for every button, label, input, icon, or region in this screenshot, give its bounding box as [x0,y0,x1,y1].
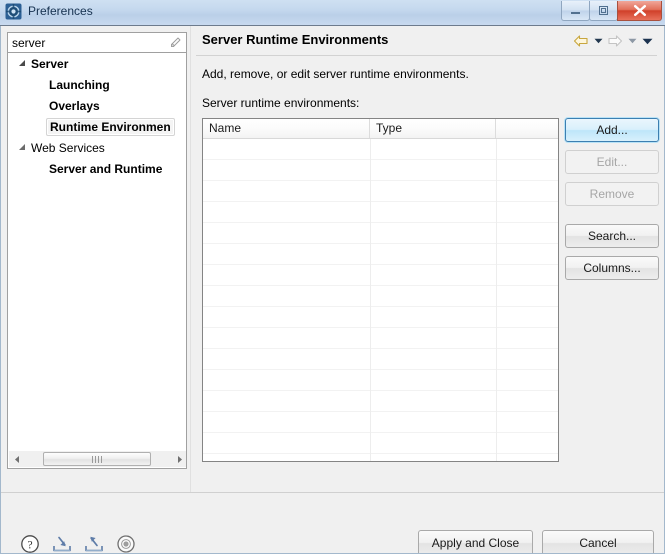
table-row[interactable] [203,265,558,286]
back-history-caret-icon[interactable] [591,32,605,50]
page-header: Server Runtime Environments [196,26,665,56]
search-button[interactable]: Search... [565,224,659,248]
content-area: Server Launching Overlays Runtime Enviro… [0,26,665,492]
view-menu-caret-icon[interactable] [640,32,654,50]
table-label: Server runtime environments: [202,96,360,110]
minimize-button[interactable] [561,1,590,21]
forward-history-caret-icon [625,32,639,50]
tree-item-server-and-runtime[interactable]: Server and Runtime [8,158,186,179]
tree-item-runtime-environments[interactable]: Runtime Environmen [8,116,186,137]
table-row[interactable] [203,244,558,265]
filter-input[interactable] [12,33,162,52]
footer-icon-group: ? [19,533,137,554]
column-header-name[interactable]: Name [203,119,370,138]
help-icon[interactable]: ? [19,533,41,554]
tree-item-label: Launching [49,77,110,92]
table-row[interactable] [203,202,558,223]
tree-item-launching[interactable]: Launching [8,74,186,95]
columns-button[interactable]: Columns... [565,256,659,280]
table-row[interactable] [203,160,558,181]
column-header-type[interactable]: Type [370,119,496,138]
titlebar-left-group: Preferences [5,3,93,20]
tree-item-label: Overlays [49,98,100,113]
table-row[interactable] [203,391,558,412]
svg-text:?: ? [27,539,32,551]
tree-item-web-services[interactable]: Web Services [8,137,186,158]
preferences-tree[interactable]: Server Launching Overlays Runtime Enviro… [7,53,187,469]
table-row[interactable] [203,307,558,328]
tree-item-label: Server [31,56,69,71]
preferences-gear-icon [5,3,22,20]
preference-page: Server Runtime Environments Add, remove,… [196,26,665,492]
column-divider [370,139,371,461]
back-arrow-icon[interactable] [572,32,590,50]
table-row[interactable] [203,181,558,202]
edit-button: Edit... [565,150,659,174]
table-row[interactable] [203,433,558,454]
filter-box[interactable] [7,32,187,53]
add-button[interactable]: Add... [565,118,659,142]
scrollbar-track[interactable] [25,451,171,467]
grip-icon [92,455,102,463]
table-row[interactable] [203,328,558,349]
table-row[interactable] [203,370,558,391]
runtime-environments-table[interactable]: Name Type [202,118,559,462]
cancel-button[interactable]: Cancel [542,530,654,554]
table-action-buttons: Add... Edit... Remove Search... Columns.… [565,118,659,280]
maximize-button[interactable] [589,1,618,21]
pane-sash[interactable] [190,26,194,492]
export-preferences-icon[interactable] [83,533,105,554]
tree-item-server[interactable]: Server [8,53,186,74]
expanded-twisty-icon[interactable] [14,143,30,152]
page-title: Server Runtime Environments [202,32,389,47]
tree-item-label: Web Services [31,140,105,155]
preferences-dialog: Preferences server Server Launching Over… [0,0,665,554]
header-divider [196,55,657,56]
scroll-left-icon[interactable] [9,451,25,467]
page-description: Add, remove, or edit server runtime envi… [202,67,469,81]
tree-item-label: Server and Runtime [49,161,163,176]
column-divider [496,139,497,461]
table-row[interactable] [203,412,558,433]
tree-horizontal-scrollbar[interactable] [9,451,186,467]
preferences-navigation-pane: Server Launching Overlays Runtime Enviro… [7,32,187,487]
table-row[interactable] [203,286,558,307]
page-navigation-toolbar [572,32,654,50]
table-row[interactable] [203,139,558,160]
window-title: Preferences [28,4,93,18]
expanded-twisty-icon[interactable] [14,59,30,68]
apply-and-close-button[interactable]: Apply and Close [418,530,533,554]
dialog-action-buttons: Apply and Close Cancel [418,530,654,554]
close-icon [618,1,661,20]
scroll-right-icon[interactable] [171,451,186,467]
tree-item-overlays[interactable]: Overlays [8,95,186,116]
minimize-icon [562,1,589,20]
clear-filter-icon[interactable] [169,36,182,49]
table-row[interactable] [203,223,558,244]
tree-item-label: Runtime Environmen [46,117,175,136]
import-preferences-icon[interactable] [51,533,73,554]
dialog-footer: ? Apply and Close Cancel [0,493,665,554]
window-controls [561,1,662,23]
scrollbar-thumb[interactable] [43,452,151,466]
dialog-body: Server Launching Overlays Runtime Enviro… [0,26,665,554]
table-header-row: Name Type [203,119,558,139]
remove-button: Remove [565,182,659,206]
column-header-extra[interactable] [496,119,558,138]
forward-arrow-icon [606,32,624,50]
close-button[interactable] [617,1,662,21]
window-titlebar[interactable]: Preferences [0,0,665,26]
restore-defaults-icon[interactable] [115,533,137,554]
table-body[interactable] [203,139,558,461]
maximize-icon [590,1,617,20]
table-row[interactable] [203,349,558,370]
